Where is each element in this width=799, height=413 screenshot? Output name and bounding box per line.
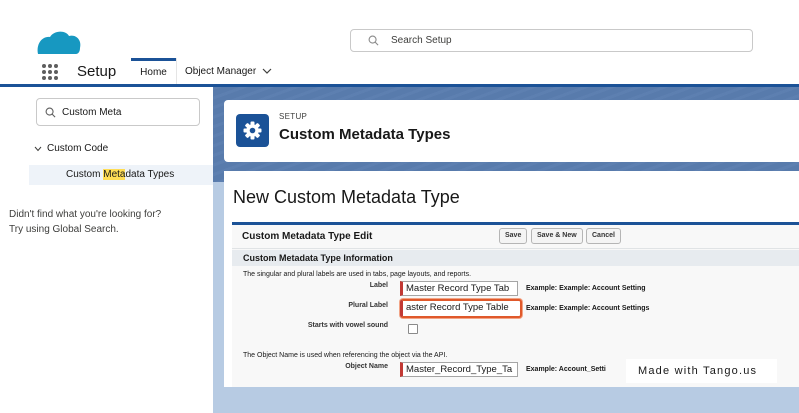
tab-object-manager[interactable]: Object Manager bbox=[176, 58, 286, 84]
quick-find-value: Custom Meta bbox=[62, 107, 122, 118]
object-name-field[interactable]: Master_Record_Type_Ta bbox=[400, 362, 518, 377]
object-name-field-label: Object Name bbox=[345, 363, 388, 370]
tree-item-suffix: data Types bbox=[125, 169, 175, 180]
object-name-intro-text: The Object Name is used when referencing… bbox=[243, 352, 448, 359]
sidebar-help-text: Didn't find what you're looking for? Try… bbox=[9, 207, 209, 237]
search-placeholder: Search Setup bbox=[391, 35, 452, 46]
salesforce-logo-icon[interactable] bbox=[36, 30, 82, 54]
cancel-button[interactable]: Cancel bbox=[586, 228, 621, 244]
setup-icon-tile bbox=[236, 114, 269, 147]
tab-object-manager-label: Object Manager bbox=[185, 65, 257, 77]
setup-sidebar: Custom Meta Custom Code Custom Metadata … bbox=[9, 87, 213, 387]
label-field-label: Label bbox=[369, 282, 388, 289]
page-title: Custom Metadata Types bbox=[279, 126, 451, 143]
label-field[interactable]: Master Record Type Tab bbox=[400, 281, 518, 296]
plural-label-field[interactable]: aster Record Type Table bbox=[400, 299, 522, 318]
global-search-link[interactable]: Try using Global Search. bbox=[9, 222, 209, 237]
edit-block-title: Custom Metadata Type Edit bbox=[242, 231, 373, 242]
gear-icon bbox=[243, 121, 262, 140]
save-button[interactable]: Save bbox=[499, 228, 528, 244]
vowel-field-label: Starts with vowel sound bbox=[307, 322, 388, 329]
tree-item-custom-metadata-types[interactable]: Custom Metadata Types bbox=[29, 165, 213, 185]
tab-home-label: Home bbox=[140, 67, 167, 78]
search-highlight: Meta bbox=[103, 169, 126, 180]
plural-label-field-label: Plural Label bbox=[348, 302, 388, 309]
edit-page-card: New Custom Metadata Type Custom Metadata… bbox=[224, 171, 799, 387]
tab-home[interactable]: Home bbox=[131, 58, 176, 84]
labels-intro-text: The singular and plural labels are used … bbox=[243, 271, 472, 278]
tree-node-label: Custom Code bbox=[47, 143, 109, 154]
plural-label-example: Example: Example: Account Settings bbox=[526, 305, 650, 312]
label-example: Example: Example: Account Setting bbox=[526, 285, 646, 292]
app-launcher-icon[interactable] bbox=[42, 64, 58, 80]
save-and-new-button[interactable]: Save & New bbox=[531, 228, 583, 244]
chevron-down-icon bbox=[34, 146, 42, 151]
object-name-example: Example: Account_Setti bbox=[526, 366, 606, 373]
tree-item-prefix: Custom bbox=[66, 169, 104, 180]
tango-watermark: Made with Tango.us bbox=[626, 359, 777, 383]
edit-block-header: Custom Metadata Type Edit Save Save & Ne… bbox=[232, 225, 799, 249]
search-icon bbox=[368, 35, 379, 46]
quick-find-input[interactable]: Custom Meta bbox=[36, 98, 200, 126]
global-header: Search Setup bbox=[0, 0, 799, 58]
help-line-1: Didn't find what you're looking for? bbox=[9, 209, 162, 220]
setup-page-header: SETUP Custom Metadata Types bbox=[224, 100, 799, 162]
edit-page-title: New Custom Metadata Type bbox=[233, 187, 460, 207]
setup-search-input[interactable]: Search Setup bbox=[350, 29, 753, 52]
setup-nav-bar: Setup Home Object Manager bbox=[0, 58, 799, 87]
app-name: Setup bbox=[77, 63, 117, 80]
chevron-down-icon[interactable] bbox=[262, 68, 272, 74]
section-header: Custom Metadata Type Information bbox=[232, 250, 799, 266]
search-icon bbox=[45, 107, 56, 118]
vowel-sound-checkbox[interactable] bbox=[408, 324, 418, 334]
setup-eyebrow: SETUP bbox=[279, 112, 308, 121]
tree-node-custom-code[interactable]: Custom Code bbox=[34, 143, 108, 154]
